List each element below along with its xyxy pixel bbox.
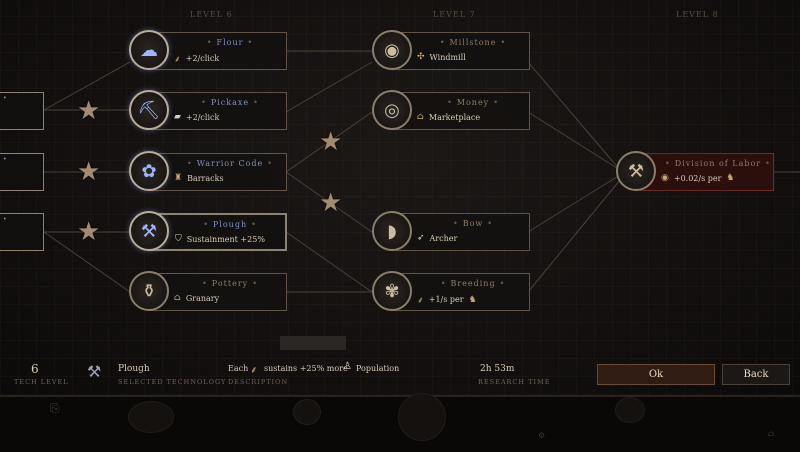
vase-icon: ⚱ [129,271,169,311]
node-effect: Archer [429,233,458,243]
star-icon: ★ [77,96,101,126]
node-effect: Marketplace [428,112,481,122]
faded-hud-icon: ⌂ [768,429,775,438]
plough-icon: ⚒ [87,362,102,381]
research-time-value: 2h 53m [480,364,515,374]
selected-tech-label: Selected Technology [118,378,227,386]
star-icon: ★ [319,188,343,218]
node-title: Money [456,98,490,107]
star-icon: ★ [77,157,101,187]
node-title: Warrior Code [196,159,264,168]
faded-hud-icon [615,397,645,423]
previous-tech-node-3[interactable]: • [0,213,44,251]
wheat-icon: ⸙ [174,55,181,65]
wheat-icon: ⸙ [250,365,258,376]
node-effect: Barracks [187,173,224,183]
tech-node-pottery[interactable]: ⚱ • Pottery • ⌂ Granary [129,271,287,311]
node-effect: +2/click [185,112,220,122]
node-effect: Sustainment +25% [186,234,265,244]
node-effect: Granary [185,293,220,303]
tech-node-division-of-labor[interactable]: ⚒ • Division of Labor • ◉ +0.02/s per ♞ [616,151,774,191]
population-icon: ♙ [343,361,352,372]
horizontal-scrollbar[interactable] [280,336,346,350]
description-text: sustains +25% more [264,364,348,373]
node-title: Plough [212,220,248,229]
star-icon: ★ [319,127,343,157]
node-title: Millstone [449,38,497,47]
faded-hud-icon: ⎘ [50,401,60,415]
warrior-icon: ✿ [129,151,169,191]
previous-tech-node-2[interactable]: • [0,153,44,191]
tech-node-warrior-code[interactable]: ✿ • Warrior Code • ♜ Barracks [129,151,287,191]
granary-icon: ⌂ [174,293,181,303]
faded-hud-icon: ⚙ [538,431,546,440]
star-icon: ★ [77,217,101,247]
node-title: Pickaxe [210,98,250,107]
pickaxe-icon: ⛏ [129,90,169,130]
tech-level-value: 6 [31,362,39,376]
node-effect: +2/click [185,54,220,63]
coin-icon: ◎ [372,90,412,130]
node-title: Pottery [211,279,249,288]
worker-icon: ♞ [726,173,735,183]
wheat-icon: ⸙ [417,296,424,306]
node-title: Bow [462,219,484,228]
tech-node-flour[interactable]: ☁ • Flour • ⸙ +2/click [129,30,287,70]
level-6-label: Level 6 [190,10,233,19]
building-icon: ♜ [174,173,183,183]
selected-tech-name: Plough [118,364,150,374]
windmill-icon: ✣ [417,52,425,62]
tech-node-bow[interactable]: ◗ • Bow • ➶ Archer [372,211,530,251]
millstone-icon: ◉ [372,30,412,70]
description-each: Each [228,364,249,373]
shield-icon: ⛉ [175,234,182,244]
coin-icon: ◉ [661,173,669,183]
node-title: Division of Labor [674,159,762,168]
level-7-label: Level 7 [433,10,476,19]
back-button[interactable]: Back [722,364,790,385]
stone-icon: ▰ [174,112,181,122]
animal-icon: ♞ [468,294,477,305]
tech-level-label: Tech Level [14,378,69,386]
tech-tree-panel: Level 6 Level 7 Level 8 • • • ★ ★ ★ ★ ★ … [0,0,800,397]
breeding-icon: ✾ [372,271,412,311]
bow-icon: ◗ [372,211,412,251]
tech-node-plough[interactable]: ⚒ • Plough • ⛉ Sustainment +25% [129,211,287,251]
plough-icon: ⚒ [129,211,169,251]
grain-icon: ☁ [129,30,169,70]
tech-node-money[interactable]: ◎ • Money • ⌂ Marketplace [372,90,530,130]
description-label: Description [228,378,289,386]
faded-hud-icon [293,399,321,425]
faded-hud-icon [398,393,446,441]
ok-button[interactable]: Ok [597,364,715,385]
node-title: Flour [216,38,244,47]
node-effect: Windmill [429,52,466,62]
archer-icon: ➶ [417,233,425,243]
market-icon: ⌂ [417,112,424,122]
node-title: Breeding [450,279,496,288]
node-effect: +1/s per [428,295,464,304]
tech-node-pickaxe[interactable]: ⛏ • Pickaxe • ▰ +2/click [129,90,287,130]
level-8-label: Level 8 [676,10,719,19]
background-game-hud: ⎘ ⚙ ⌂ [0,393,800,452]
tech-node-millstone[interactable]: ◉ • Millstone • ✣ Windmill [372,30,530,70]
description-population: Population [356,364,400,373]
node-effect: +0.02/s per [673,173,722,183]
research-time-label: Research time [478,378,551,386]
tools-icon: ⚒ [616,151,656,191]
faded-hud-icon [128,401,174,433]
tech-node-breeding[interactable]: ✾ • Breeding • ⸙ +1/s per ♞ [372,271,530,311]
previous-tech-node-1[interactable]: • [0,92,44,130]
